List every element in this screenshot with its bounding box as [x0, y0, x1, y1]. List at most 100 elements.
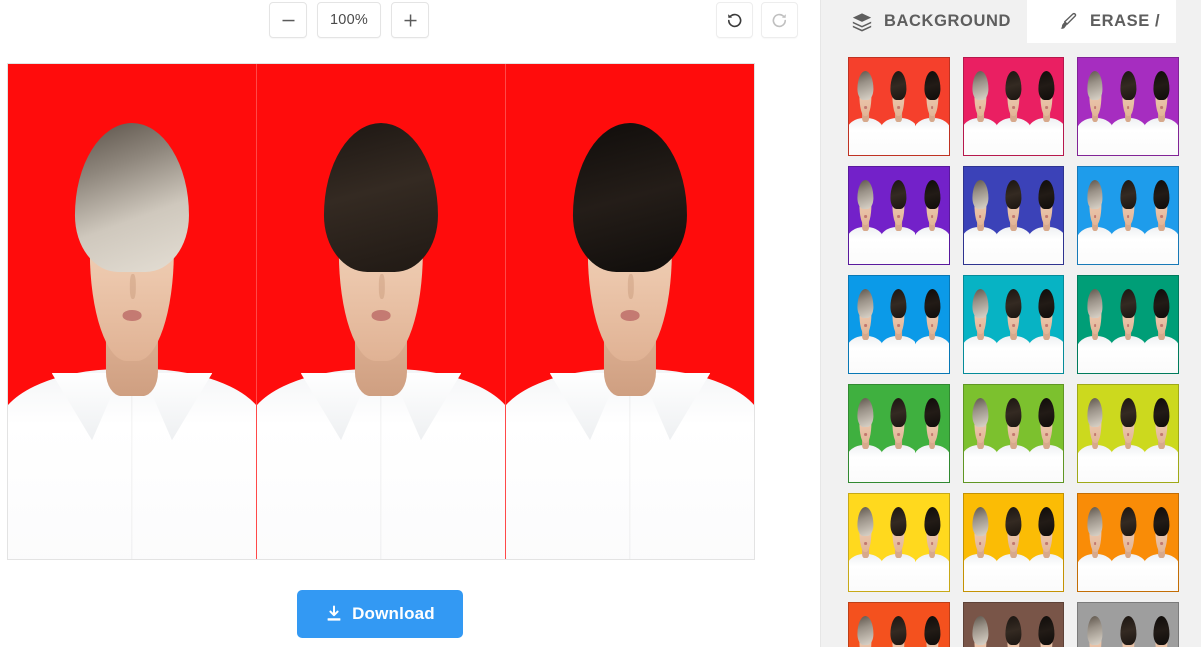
thumb-mouth — [1045, 433, 1049, 436]
zoom-out-button[interactable] — [269, 2, 307, 38]
undo-button[interactable] — [716, 2, 753, 38]
swatch-thumb-panel — [849, 494, 883, 591]
swatch-thumb-panel — [1078, 494, 1112, 591]
swatch-blue[interactable] — [848, 275, 950, 374]
thumb-mouth — [978, 542, 982, 545]
thumb-hair — [972, 397, 989, 427]
swatch-teal[interactable] — [1077, 275, 1179, 374]
swatch-thumbnail — [1078, 58, 1178, 155]
swatch-thumb-panel — [1111, 494, 1145, 591]
thumb-person — [963, 494, 997, 591]
thumb-hair — [1005, 615, 1022, 645]
swatch-thumb-panel — [996, 276, 1031, 373]
thumb-hair — [972, 179, 989, 209]
swatch-thumbnail — [849, 276, 949, 373]
undo-icon — [727, 13, 742, 27]
swatch-thumbnail — [1078, 494, 1178, 591]
thumb-hair — [1120, 615, 1137, 645]
tab-background[interactable]: BACKGROUND — [821, 0, 1027, 43]
swatch-thumb-panel — [1111, 276, 1145, 373]
swatch-thumb-panel — [1078, 385, 1112, 482]
swatch-thumb-panel — [915, 58, 949, 155]
swatch-thumb-panel — [849, 385, 883, 482]
swatch-amber[interactable] — [962, 493, 1065, 592]
swatch-indigo[interactable] — [962, 166, 1065, 265]
swatch-light-green[interactable] — [962, 384, 1065, 483]
swatch-gray[interactable] — [1077, 602, 1179, 647]
swatch-thumb-panel — [963, 494, 997, 591]
thumb-person — [1145, 603, 1178, 647]
nose — [627, 274, 634, 299]
swatch-thumb-panel — [1030, 276, 1064, 373]
thumb-mouth — [897, 542, 901, 545]
swatch-thumb-panel — [1145, 603, 1178, 647]
thumb-hair — [972, 70, 989, 100]
photo-panel — [8, 64, 257, 559]
thumb-shirt — [849, 445, 883, 482]
history-controls — [716, 2, 798, 38]
thumb-person — [1030, 603, 1063, 647]
zoom-in-button[interactable] — [391, 2, 429, 38]
minus-icon — [282, 19, 294, 21]
swatch-red-orange[interactable] — [848, 57, 950, 156]
thumb-mouth — [930, 324, 934, 327]
swatch-thumb-panel — [882, 494, 916, 591]
thumb-person — [964, 603, 997, 647]
download-button[interactable]: Download — [297, 590, 463, 638]
swatch-thumb-panel — [1078, 58, 1112, 155]
swatch-thumb-panel — [1111, 58, 1145, 155]
thumb-shirt — [1030, 445, 1064, 482]
thumb-mouth — [1045, 542, 1049, 545]
thumb-hair — [1005, 288, 1022, 318]
swatch-violet[interactable] — [848, 166, 950, 265]
thumb-hair — [857, 179, 874, 209]
thumb-person — [996, 494, 1031, 591]
thumb-hair — [857, 506, 874, 536]
thumb-shirt — [1111, 227, 1145, 264]
swatch-pink[interactable] — [962, 57, 1065, 156]
swatch-thumb-panel — [882, 58, 916, 155]
swatch-brown[interactable] — [962, 602, 1065, 647]
mouth — [122, 310, 142, 321]
thumb-shirt — [849, 118, 883, 155]
swatch-orange[interactable] — [1077, 493, 1179, 592]
swatch-thumb-panel — [996, 167, 1031, 264]
swatch-deep-orange[interactable] — [848, 602, 950, 647]
thumb-shirt — [1078, 118, 1112, 155]
thumb-person — [915, 167, 949, 264]
thumb-shirt — [1111, 445, 1145, 482]
swatch-light-blue[interactable] — [1077, 166, 1179, 265]
thumb-person — [1030, 494, 1064, 591]
image-canvas[interactable] — [7, 63, 755, 560]
tab-erase-restore[interactable]: ERASE / — [1027, 0, 1177, 43]
thumb-mouth — [1126, 324, 1130, 327]
zoom-level-display[interactable]: 100% — [317, 2, 381, 38]
nose — [378, 274, 385, 299]
thumb-shirt — [915, 336, 949, 373]
swatch-thumbnail — [849, 167, 949, 264]
tools-sidebar: BACKGROUND ERASE / — [820, 0, 1201, 647]
swatch-purple[interactable] — [1077, 57, 1179, 156]
thumb-mouth — [864, 324, 867, 327]
thumb-mouth — [930, 433, 934, 436]
thumb-mouth — [1012, 215, 1015, 218]
shirt — [8, 369, 256, 559]
swatch-thumb-panel — [915, 494, 949, 591]
swatch-cyan[interactable] — [962, 275, 1065, 374]
thumb-mouth — [1093, 215, 1097, 218]
thumb-hair — [972, 615, 989, 645]
editor-toolbar: 100% — [0, 0, 820, 45]
swatch-lime[interactable] — [1077, 384, 1179, 483]
thumb-mouth — [1093, 542, 1097, 545]
swatch-yellow[interactable] — [848, 493, 950, 592]
thumb-person — [1078, 603, 1111, 647]
thumb-mouth — [1093, 106, 1097, 109]
swatch-green[interactable] — [848, 384, 950, 483]
thumb-mouth — [897, 433, 901, 436]
thumb-person — [1078, 385, 1112, 482]
redo-button[interactable] — [761, 2, 798, 38]
photo-panel — [257, 64, 506, 559]
swatch-thumb-panel — [849, 58, 883, 155]
thumb-hair — [1005, 179, 1022, 209]
nose — [129, 274, 136, 299]
